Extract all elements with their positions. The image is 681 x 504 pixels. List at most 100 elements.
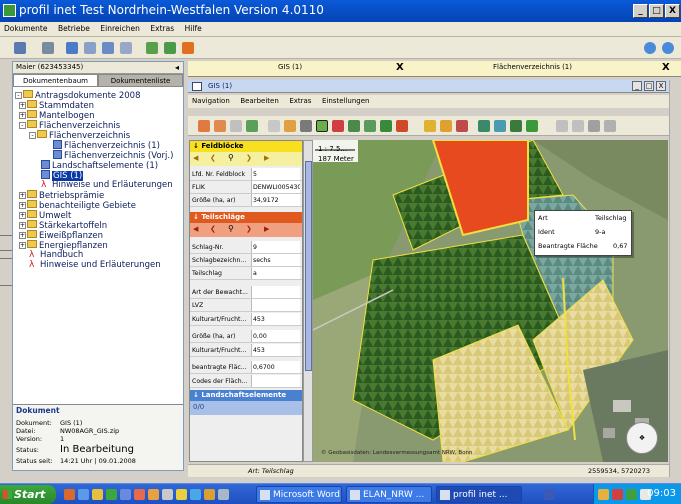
property-value[interactable]: sechs: [251, 254, 300, 266]
property-value[interactable]: [251, 299, 300, 311]
close-button[interactable]: X: [665, 4, 680, 18]
refresh-icon[interactable]: [478, 120, 490, 132]
split-icon[interactable]: [348, 120, 360, 132]
expand-icon[interactable]: +: [19, 212, 26, 219]
merge-icon[interactable]: [364, 120, 376, 132]
tab-flaechenverzeichnis[interactable]: Flächenverzeichnis (1): [493, 63, 572, 71]
tree-item[interactable]: λ Hinweise und Erläuterungen: [41, 180, 173, 190]
quicklaunch-icon[interactable]: [544, 489, 555, 500]
expand-icon[interactable]: +: [19, 102, 26, 109]
minimize-button[interactable]: _: [633, 4, 648, 18]
expand-icon[interactable]: +: [19, 232, 26, 239]
collapse-icon[interactable]: -: [15, 92, 22, 99]
tree-item[interactable]: λ Hinweise und Erläuterungen: [29, 260, 161, 270]
maximize-button[interactable]: □: [644, 81, 654, 91]
edit-polygon-icon[interactable]: [332, 120, 344, 132]
aerial-map[interactable]: [313, 140, 668, 462]
property-value[interactable]: 9: [251, 241, 300, 253]
expand-icon[interactable]: +: [19, 222, 26, 229]
quicklaunch-icon[interactable]: [134, 489, 145, 500]
close-tab-icon[interactable]: X: [396, 62, 404, 73]
menu-extras[interactable]: Extras: [150, 24, 174, 33]
submit-icon[interactable]: [164, 42, 176, 54]
menu-dokumente[interactable]: Dokumente: [4, 24, 47, 33]
preview-icon[interactable]: [120, 42, 132, 54]
nav-prev-icon[interactable]: ❮: [210, 154, 216, 162]
quicklaunch-icon[interactable]: [78, 489, 89, 500]
maximize-button[interactable]: □: [649, 4, 664, 18]
menu-bearbeiten[interactable]: Bearbeiten: [240, 97, 278, 105]
menu-einstellungen[interactable]: Einstellungen: [322, 97, 369, 105]
property-value[interactable]: a: [251, 267, 300, 279]
scroll-thumb[interactable]: [305, 161, 312, 371]
search-icon[interactable]: ⚲: [228, 153, 234, 162]
flag-icon[interactable]: [456, 120, 468, 132]
quicklaunch-icon[interactable]: [148, 489, 159, 500]
property-scrollbar[interactable]: [303, 140, 313, 462]
undo-icon[interactable]: [556, 120, 568, 132]
export-icon[interactable]: [182, 42, 194, 54]
task-profil-inet[interactable]: profil inet ...: [436, 486, 522, 503]
expand-icon[interactable]: +: [19, 112, 26, 119]
property-value[interactable]: 453: [251, 313, 300, 325]
quicklaunch-icon[interactable]: [176, 489, 187, 500]
section-header[interactable]: ↓ Feldblöcke: [190, 141, 302, 152]
info-icon[interactable]: [662, 42, 674, 54]
tray-icon[interactable]: [612, 489, 623, 500]
quicklaunch-icon[interactable]: [204, 489, 215, 500]
copy-icon[interactable]: [102, 42, 114, 54]
zoom-out-icon[interactable]: [214, 120, 226, 132]
menu-extras[interactable]: Extras: [289, 97, 311, 105]
quicklaunch-icon[interactable]: [190, 489, 201, 500]
nav-next-icon[interactable]: ❯: [246, 154, 252, 162]
nav-next-icon[interactable]: ❯: [246, 225, 252, 233]
flag-icon[interactable]: [588, 120, 600, 132]
expand-icon[interactable]: +: [19, 202, 26, 209]
minimize-button[interactable]: _: [632, 81, 642, 91]
nav-last-icon[interactable]: ▶: [264, 154, 269, 162]
collapse-icon[interactable]: -: [29, 132, 36, 139]
delete-icon[interactable]: [396, 120, 408, 132]
property-value[interactable]: 34,9172: [251, 194, 300, 206]
menu-navigation[interactable]: Navigation: [192, 97, 230, 105]
property-value[interactable]: 5: [251, 168, 300, 180]
ruler-icon[interactable]: [300, 120, 312, 132]
draw-icon[interactable]: [316, 120, 328, 132]
tray-icon[interactable]: [598, 489, 609, 500]
settings-icon[interactable]: [604, 120, 616, 132]
tree-item[interactable]: λ Handbuch: [29, 250, 83, 260]
nav-prev-icon[interactable]: ❮: [210, 225, 216, 233]
property-value[interactable]: 0,00: [251, 330, 300, 342]
property-value[interactable]: DENWLI0054305...: [251, 181, 300, 193]
search-icon[interactable]: ⚲: [228, 224, 234, 233]
nav-first-icon[interactable]: ◀: [193, 225, 198, 233]
check-icon[interactable]: [526, 120, 538, 132]
navigation-pad-icon[interactable]: ❖: [626, 422, 658, 454]
select-icon[interactable]: [268, 120, 280, 132]
check-icon[interactable]: [146, 42, 158, 54]
section-header[interactable]: ↓ Landschaftselemente: [190, 390, 302, 401]
home-icon[interactable]: [14, 42, 26, 54]
close-tab-icon[interactable]: X: [662, 62, 670, 73]
expand-icon[interactable]: +: [19, 242, 26, 249]
close-button[interactable]: X: [656, 81, 666, 91]
property-value[interactable]: 453: [251, 344, 300, 356]
property-value[interactable]: 0,6700: [251, 361, 300, 373]
start-button[interactable]: Start: [0, 485, 56, 504]
print-map-icon[interactable]: [494, 120, 506, 132]
quicklaunch-icon[interactable]: [64, 489, 75, 500]
section-header[interactable]: ↓ Teilschläge: [190, 212, 302, 223]
nav-last-icon[interactable]: ▶: [264, 225, 269, 233]
tools-icon[interactable]: [42, 42, 54, 54]
menu-hilfe[interactable]: Hilfe: [185, 24, 202, 33]
pin-icon[interactable]: ◂: [175, 63, 179, 72]
measure-icon[interactable]: [284, 120, 296, 132]
help-icon[interactable]: [644, 42, 656, 54]
map-view[interactable]: 1 : 7.5... 187 Meter Art Teilschlag Ident…: [313, 140, 668, 462]
highlight-icon[interactable]: [440, 120, 452, 132]
redo-icon[interactable]: [572, 120, 584, 132]
quicklaunch-icon[interactable]: [92, 489, 103, 500]
nav-first-icon[interactable]: ◀: [193, 154, 198, 162]
quicklaunch-icon[interactable]: [162, 489, 173, 500]
expand-icon[interactable]: +: [19, 192, 26, 199]
